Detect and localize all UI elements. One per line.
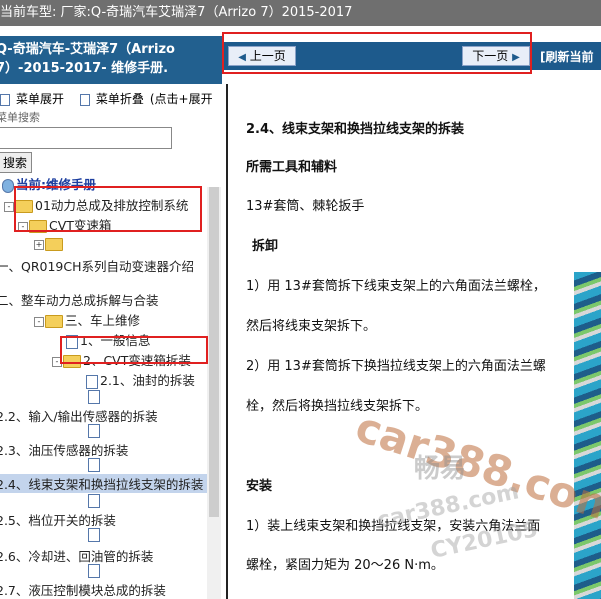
document-icon: [88, 528, 100, 542]
content-pane: ◀ 上一页 下一页 ▶ [刷新当前 2.4、线束支架和换挡拉线支架的拆装 所需工…: [222, 36, 601, 599]
document-icon: [88, 494, 100, 508]
tree-node-gear-switch[interactable]: 2.5、档位开关的拆装: [0, 510, 116, 529]
annotation-box-nav: [222, 32, 532, 74]
refresh-link[interactable]: [刷新当前: [540, 48, 594, 65]
menu-search-input[interactable]: [0, 127, 172, 149]
document-icon: [86, 374, 98, 389]
collapse-menu-link[interactable]: 菜单折叠 (点击+展开: [79, 92, 219, 106]
tree-node-pressure-sensor[interactable]: 2.3、油压传感器的拆装: [0, 440, 128, 459]
install-step1-line2: 螺栓，紧固力矩为 20～26 N·m。: [246, 558, 444, 573]
expand-menu-link[interactable]: 菜单展开: [0, 92, 70, 106]
document-icon: [88, 390, 100, 404]
folder-open-icon: [45, 315, 63, 328]
document-body: 2.4、线束支架和换挡拉线支架的拆装 所需工具和辅料 13#套筒、棘轮扳手 拆卸…: [226, 84, 601, 599]
tree-node-harness-bracket[interactable]: 2.4、线束支架和换挡拉线支架的拆装: [0, 474, 207, 493]
globe-icon: [2, 178, 14, 193]
annotation-box-cvt: [14, 186, 202, 232]
tree-node-collapsed[interactable]: +: [34, 236, 65, 251]
install-step1-line1: 1）装上线束支架和换挡拉线支架，安装六角法兰面: [246, 519, 541, 534]
tools-text: 13#套筒、棘轮扳手: [246, 199, 365, 214]
removal-title: 拆卸: [252, 239, 279, 254]
sidebar-header: Q-奇瑞汽车-艾瑞泽7（Arrizo 7）-2015-2017- 维修手册.: [0, 36, 222, 84]
tree-node-disassembly[interactable]: 二、整车动力总成拆解与合装: [0, 290, 159, 309]
sidebar-scrollbar-thumb[interactable]: [209, 187, 219, 517]
removal-step2-line1: 2）用 13#套筒拆下换挡拉线支架上的六角面法兰螺: [246, 359, 546, 374]
manual-title-line2: 7）-2015-2017- 维修手册.: [0, 61, 169, 76]
tree-node-valve-body[interactable]: 2.7、液压控制模块总成的拆装: [0, 580, 166, 599]
manual-title-line1: Q-奇瑞汽车-艾瑞泽7（Arrizo: [0, 42, 175, 57]
document-icon: [88, 458, 100, 472]
folder-icon: [45, 238, 63, 251]
document-icon: [88, 564, 100, 578]
tree-node-oil-seal[interactable]: 2.1、油封的拆装: [86, 370, 195, 389]
tree-node-io-sensor[interactable]: 2.2、输入/输出传感器的拆装: [0, 406, 158, 425]
tree-node-cooling-pipes[interactable]: 2.6、冷却进、回油管的拆装: [0, 546, 153, 565]
search-label: 菜单搜索: [0, 111, 40, 124]
search-button[interactable]: 搜索: [0, 152, 33, 173]
page-icon: [79, 93, 90, 106]
annotation-box-cvt-removal: [60, 336, 208, 364]
removal-step2-line2: 栓，然后将换挡拉线支架拆下。: [246, 399, 429, 414]
removal-step1-line2: 然后将线束支架拆下。: [246, 319, 377, 334]
diagram-image: [574, 272, 601, 599]
install-title: 安装: [246, 479, 273, 494]
tree-node-onvehicle[interactable]: - 三、车上维修: [34, 310, 140, 329]
model-title: 当前车型: 厂家:Q-奇瑞汽车艾瑞泽7（Arrizo 7）2015-2017: [0, 5, 353, 20]
document-icon: [88, 424, 100, 438]
tools-title: 所需工具和辅料: [246, 160, 338, 175]
page-icon: [0, 93, 10, 106]
section-heading: 2.4、线束支架和换挡拉线支架的拆装: [246, 122, 465, 137]
tree-node-intro[interactable]: 一、QR019CH系列自动变速器介绍: [0, 256, 194, 275]
top-title-bar: 当前车型: 厂家:Q-奇瑞汽车艾瑞泽7（Arrizo 7）2015-2017: [0, 0, 601, 26]
removal-step1-line1: 1）用 13#套筒拆下线束支架上的六角面法兰螺栓，: [246, 279, 546, 294]
